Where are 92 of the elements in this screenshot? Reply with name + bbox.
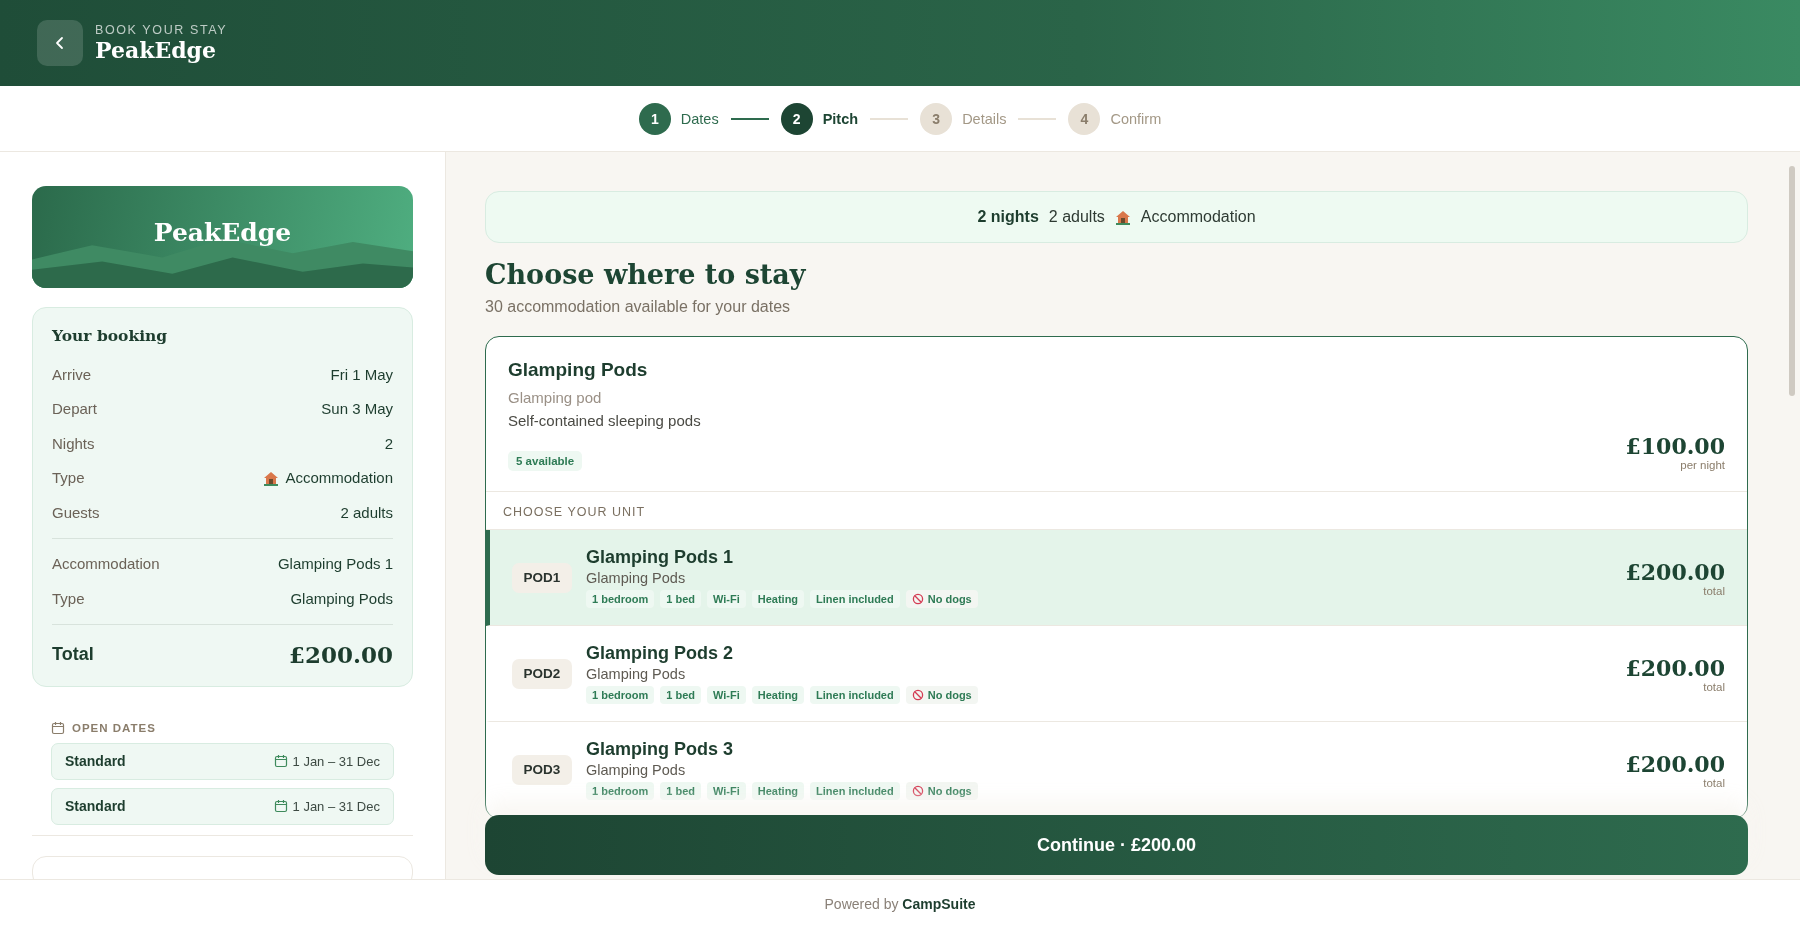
unit-code: POD2 (512, 658, 572, 689)
unit-option[interactable]: POD1 Glamping Pods 1 Glamping Pods 1 bedroom 1 bed Wi-Fi Heating Linen included No dogs £200.00 total (486, 530, 1747, 626)
feature-tag: No dogs (905, 782, 978, 800)
accommodation-type: Glamping pod (508, 389, 602, 406)
total-price: £200.00 (288, 640, 393, 668)
nights-text: 2 nights (977, 208, 1039, 226)
calendar-icon (273, 754, 288, 768)
unit-price: £200.00 (1625, 558, 1725, 585)
feature-tag: Linen included (810, 686, 900, 704)
price-unit: total (1703, 776, 1725, 789)
feature-tag: Wi-Fi (706, 782, 746, 800)
availability-badge: 5 available (508, 451, 583, 471)
row-label: Type (52, 589, 85, 607)
step-label: Dates (680, 110, 719, 127)
scrollbar[interactable] (1789, 166, 1795, 396)
feature-tag: Heating (751, 686, 805, 704)
rate-name: Standard (65, 753, 126, 769)
price: £100.00 (1625, 433, 1725, 459)
feature-tag: 1 bed (660, 686, 701, 704)
row-label: Nights (52, 434, 95, 452)
feature-tag: Heating (751, 782, 805, 800)
price-unit: per night (1680, 459, 1725, 471)
feature-tag: Wi-Fi (706, 686, 746, 704)
eyebrow-text: BOOK YOUR STAY (95, 23, 228, 37)
row-value: 2 adults (340, 503, 393, 521)
feature-tag: Heating (751, 590, 805, 608)
logo-title: PeakEdge (153, 217, 292, 247)
date-range: 1 Jan – 31 Dec (292, 753, 380, 769)
unit-type: Glamping Pods (586, 762, 686, 778)
calendar-icon (273, 799, 288, 813)
unit-type: Glamping Pods (586, 570, 686, 586)
row-label: Depart (52, 400, 98, 418)
card-title: Your booking (52, 326, 169, 345)
feature-tag: Linen included (810, 782, 900, 800)
unit-name: Glamping Pods 1 (586, 547, 734, 568)
house-icon (263, 469, 280, 486)
footer-text: Powered by CampSuite (824, 896, 976, 912)
row-label: Type (52, 469, 85, 487)
step-label: Confirm (1110, 110, 1162, 127)
feature-tag: 1 bed (660, 782, 701, 800)
accommodation-name: Glamping Pods (508, 359, 648, 381)
step-number: 1 (638, 102, 671, 135)
step-number: 3 (920, 102, 953, 135)
feature-tag: 1 bed (660, 590, 701, 608)
row-label: Arrive (52, 365, 92, 383)
prohibited-icon (911, 593, 924, 605)
feature-tag: 1 bedroom (586, 686, 655, 704)
site-title: PeakEdge (95, 37, 217, 63)
step-label: Details (962, 110, 1007, 127)
step-number: 2 (780, 102, 813, 135)
unit-price: £200.00 (1625, 750, 1725, 777)
feature-tag: No dogs (905, 686, 978, 704)
rate-name: Standard (65, 798, 126, 814)
row-value: Sun 3 May (321, 400, 393, 418)
price-unit: total (1703, 680, 1725, 693)
unit-type: Glamping Pods (586, 666, 686, 682)
row-value: 2 (384, 434, 393, 452)
row-value: Glamping Pods (290, 589, 393, 607)
total-label: Total (52, 643, 94, 665)
section-label: OPEN DATES (72, 721, 156, 734)
feature-tag: Wi-Fi (706, 590, 746, 608)
step-number: 4 (1068, 102, 1101, 135)
row-label: Accommodation (52, 555, 160, 573)
price-unit: total (1703, 584, 1725, 597)
unit-option[interactable]: POD2 Glamping Pods 2 Glamping Pods 1 bedroom 1 bed Wi-Fi Heating Linen included No dogs £200.00 total (486, 626, 1747, 722)
page-title: Choose where to stay (485, 259, 807, 290)
unit-code: POD3 (512, 754, 572, 785)
unit-code: POD1 (512, 562, 572, 593)
page-subtitle: 30 accommodation available for your dates (485, 298, 792, 316)
prohibited-icon (911, 689, 924, 701)
row-value: Glamping Pods 1 (277, 555, 393, 573)
unit-price: £200.00 (1625, 654, 1725, 681)
continue-button[interactable]: Continue · £200.00 (485, 815, 1748, 875)
prohibited-icon (911, 785, 924, 797)
back-button[interactable] (37, 20, 83, 66)
unit-name: Glamping Pods 3 (586, 739, 734, 760)
accommodation-description: Self-contained sleeping pods (508, 412, 701, 429)
calendar-icon (51, 720, 65, 735)
unit-name: Glamping Pods 2 (586, 643, 734, 664)
type-text: Accommodation (1140, 208, 1256, 226)
step-label: Pitch (822, 110, 859, 127)
house-icon (1114, 209, 1131, 225)
feature-tag: 1 bedroom (586, 782, 655, 800)
feature-tag: 1 bedroom (586, 590, 655, 608)
feature-tag: Linen included (810, 590, 900, 608)
row-value: Fri 1 May (330, 365, 393, 383)
section-label: CHOOSE YOUR UNIT (503, 505, 646, 519)
row-value: Accommodation (285, 469, 393, 487)
date-range: 1 Jan – 31 Dec (292, 798, 380, 814)
guests-text: 2 adults (1048, 208, 1105, 226)
feature-tag: No dogs (905, 590, 978, 608)
row-label: Guests (52, 503, 100, 521)
